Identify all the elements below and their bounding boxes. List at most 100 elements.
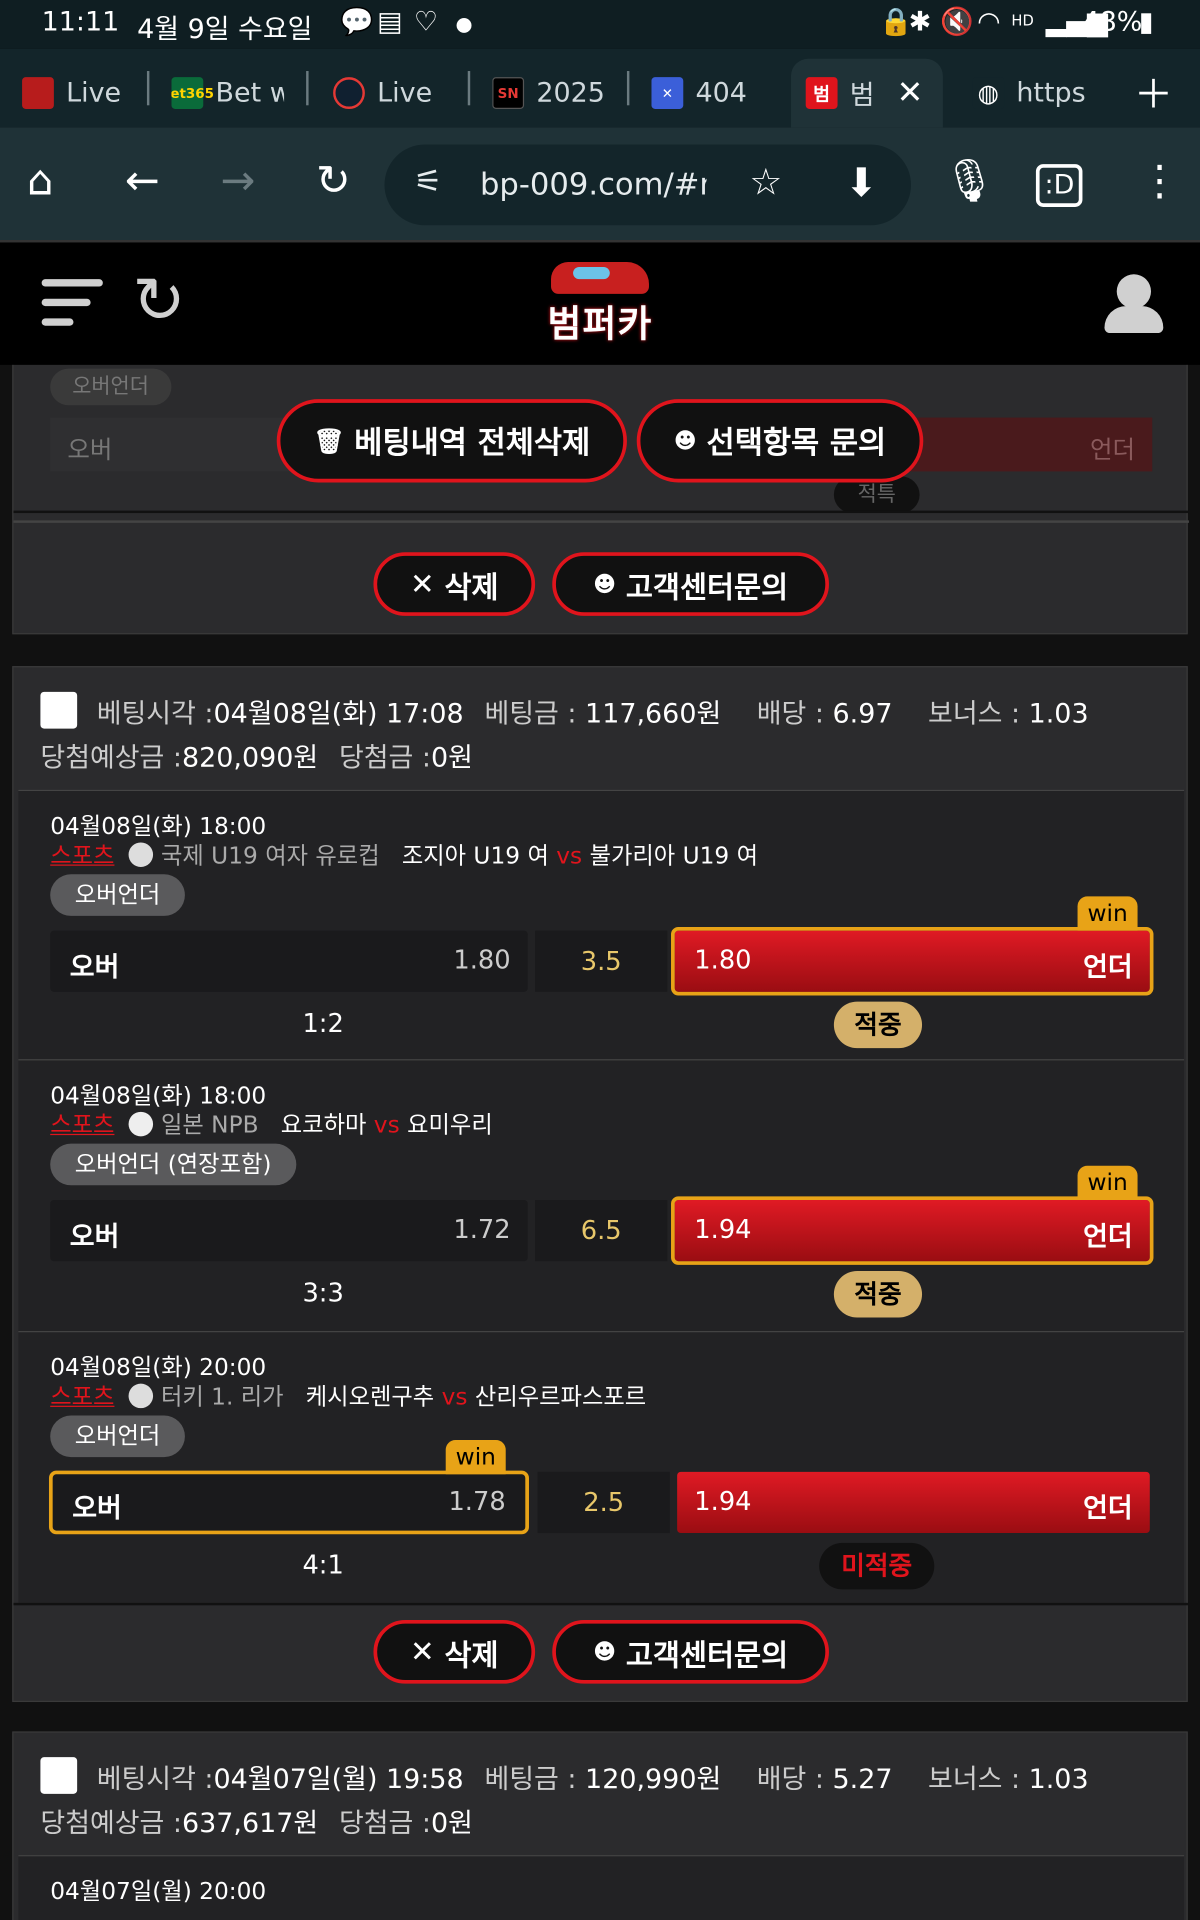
hd-voice-icon: HD [1011, 12, 1034, 30]
league-name: 국제 U19 여자 유로컵 [160, 842, 380, 870]
win-tag: win [1077, 1165, 1138, 1201]
under-option[interactable]: 1.94 언더 [677, 1471, 1150, 1534]
user-account-icon[interactable] [1102, 269, 1166, 338]
under-option-selected[interactable]: win 1.80 언더 [671, 896, 1154, 996]
site-logo[interactable]: 범퍼카 [536, 262, 663, 348]
delete-button[interactable]: ✕ 삭제 [373, 552, 536, 616]
hamburger-menu-icon[interactable] [41, 274, 106, 330]
over-odd: 1.78 [448, 1486, 506, 1516]
vs-label: vs [373, 1111, 400, 1139]
match-score: 4:1 [302, 1550, 344, 1580]
customer-center-inquiry-button[interactable]: ☻ 고객센터문의 [552, 1620, 829, 1684]
sports-link[interactable]: 스포츠 [50, 1112, 114, 1139]
bookmark-star-icon[interactable]: ☆ [749, 162, 782, 205]
sports-link[interactable]: 스포츠 [50, 842, 114, 869]
over-option[interactable]: 오버 1.72 [50, 1200, 528, 1262]
sports-link[interactable]: 스포츠 [50, 1384, 114, 1411]
bet-summary: 베팅시각 :04월07일(월) 19:58 베팅금 : 120,990원 배당 … [13, 1733, 1189, 1855]
tab-https[interactable]: ◍ https [972, 59, 1085, 128]
vs-label: vs [556, 842, 583, 870]
bet-card: 베팅시각 :04월07일(월) 19:58 베팅금 : 120,990원 배당 … [12, 1731, 1188, 1920]
odds-label: 배당 : [756, 699, 824, 730]
bet-summary-line-1: 베팅시각 :04월08일(화) 17:08 베팅금 : 117,660원 배당 … [97, 692, 1089, 731]
inquire-selected-button[interactable]: ☻ 선택항목 문의 [636, 399, 924, 483]
soccer-ball-icon [129, 842, 154, 867]
tab-404[interactable]: ✕ 404 [651, 59, 769, 128]
headset-icon: ☻ [593, 1638, 617, 1665]
status-date: 4월 9일 수요일 [137, 14, 313, 46]
expected-label: 당첨예상금 : [40, 743, 182, 774]
more-menu-icon[interactable]: ⋮ [1139, 157, 1181, 206]
microphone-icon[interactable]: 🎙 [943, 157, 996, 206]
over-option-selected[interactable]: win 오버 1.78 [48, 1440, 529, 1535]
match-row: 04월08일(화) 18:00 스포츠 일본 NPB 요코하마 vs 요미우리 오… [18, 1059, 1185, 1332]
won-label: 당첨금 : [338, 1808, 431, 1840]
handicap-line: 6.5 [535, 1200, 668, 1262]
cross-app-icon: ✕ [651, 77, 684, 109]
download-icon[interactable]: ⬇ [845, 159, 878, 206]
delete-button[interactable]: ✕ 삭제 [373, 1620, 536, 1684]
refresh-icon[interactable]: ↻ [132, 264, 185, 337]
over-odd: 1.80 [453, 945, 511, 975]
tab-bet365[interactable]: bet365 Bet w [171, 59, 284, 128]
bet-card: 베팅시각 :04월08일(화) 17:08 베팅금 : 117,660원 배당 … [12, 666, 1189, 1703]
dot-icon: ● [455, 12, 473, 36]
reload-page-icon[interactable]: ↻ [316, 157, 351, 206]
battery-icon: ▮ [1138, 7, 1154, 38]
bonus-value: 1.03 [1028, 699, 1089, 730]
match-info: 스포츠 일본 NPB 요코하마 vs 요미우리 [50, 1107, 493, 1140]
tab-live-1[interactable]: Live [22, 59, 120, 128]
close-tab-icon[interactable]: ✕ [897, 75, 924, 112]
home-team: 조지아 U19 여 [401, 842, 549, 870]
extension-icon[interactable]: :D [1035, 164, 1083, 207]
live-score-icon [333, 77, 365, 109]
tab-bumpercar-active[interactable]: 범 범 ✕ [791, 58, 943, 128]
url-text[interactable]: bp-009.com/#r [480, 167, 707, 203]
tab-live-2[interactable]: Live [333, 59, 446, 128]
talk-icon: 💬 [340, 7, 374, 38]
bet-select-checkbox[interactable] [40, 691, 78, 729]
bet-time: 04월07일(월) 19:58 [213, 1764, 464, 1796]
status-time: 11:11 [41, 7, 120, 38]
win-tag: win [1077, 896, 1138, 931]
under-odd: 1.80 [694, 945, 752, 975]
tab-label: Live [66, 77, 121, 109]
tab-separator [467, 71, 471, 106]
tab-sports-news[interactable]: SN 2025 [492, 59, 610, 128]
market-badge: 오버언더 [50, 1415, 185, 1458]
new-tab-icon[interactable]: ＋ [1134, 64, 1173, 120]
soccer-ball-icon [129, 1383, 154, 1409]
bet-select-checkbox[interactable] [40, 1757, 78, 1794]
match-date: 04월08일(화) 18:00 [50, 1082, 267, 1110]
close-icon: ✕ [410, 1634, 435, 1669]
under-odd: 1.94 [694, 1214, 752, 1245]
site-settings-icon[interactable]: ⚟ [414, 164, 443, 201]
result-badge: 적중 [833, 1271, 923, 1318]
news-icon: ▤ [377, 7, 403, 38]
divider [13, 1602, 1189, 1606]
delete-all-bets-button[interactable]: 🗑 베팅내역 전체삭제 [276, 399, 627, 483]
tab-label: Bet w [215, 77, 285, 109]
address-bar[interactable]: ⚟ bp-009.com/#r ☆ ⬇ [384, 144, 912, 226]
under-option-selected[interactable]: win 1.94 언더 [671, 1165, 1154, 1265]
expected-payout: 820,090원 [181, 743, 319, 774]
over-option[interactable]: 오버 1.80 [50, 930, 528, 992]
tab-separator [306, 71, 309, 106]
bet365-icon: bet365 [171, 77, 214, 109]
bet-summary-line-1: 베팅시각 :04월07일(월) 19:58 베팅금 : 120,990원 배당 … [97, 1757, 1089, 1796]
bluetooth-icon: ✱ [908, 7, 932, 38]
won-amount: 0원 [430, 743, 473, 774]
headset-icon: ☻ [673, 427, 697, 454]
customer-center-inquiry-button[interactable]: ☻ 고객센터문의 [552, 552, 829, 616]
forward-icon[interactable]: → [220, 157, 255, 206]
home-icon[interactable]: ⌂ [27, 157, 53, 206]
match-info: 스포츠 터키 1. 리가 케시오렌구추 vs 산리우르파스포르 [50, 1379, 646, 1412]
over-label: 오버 [69, 952, 120, 984]
back-icon[interactable]: ← [125, 157, 160, 206]
result-badge: 미적중 [819, 1542, 935, 1590]
bet-amount-label: 베팅금 : [484, 1764, 577, 1796]
away-team: 산리우르파스포르 [474, 1383, 647, 1411]
away-team: 불가리아 U19 여 [589, 842, 759, 870]
bonus-label: 보너스 : [928, 699, 1021, 730]
bet-history-content: 오버언더 오버 언더 적특 ✕ 삭제 ☻ 고객센터문의 🗑 베팅내역 전체삭제 ☻ 선택… [0, 364, 1200, 1920]
